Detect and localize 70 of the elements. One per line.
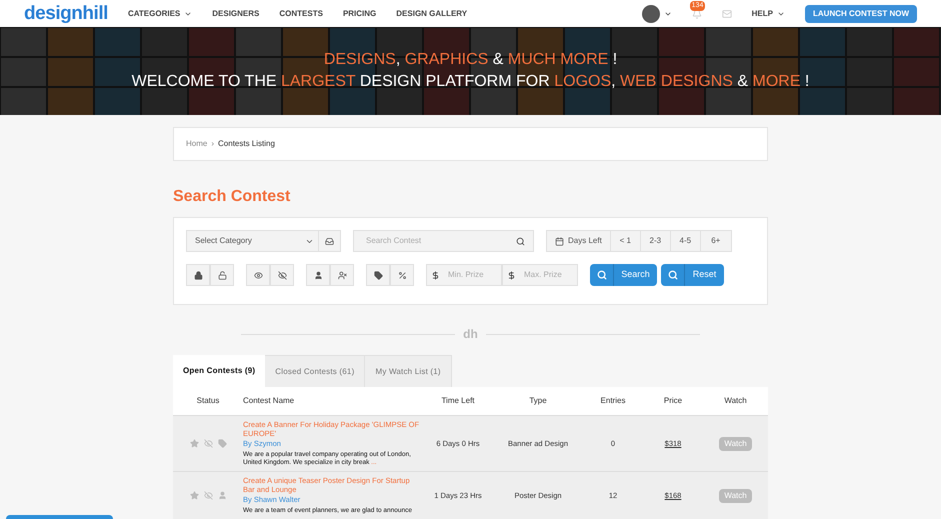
- filter-toggle[interactable]: [186, 264, 210, 286]
- days-filter-button[interactable]: < 1: [610, 231, 641, 251]
- search-field[interactable]: Search Contest: [353, 230, 534, 252]
- star-icon: [190, 491, 198, 500]
- eye-icon: [254, 270, 262, 280]
- filter-toggle[interactable]: [330, 264, 354, 286]
- filter-toggle[interactable]: [390, 264, 414, 286]
- nav-link[interactable]: DESIGNERS: [212, 8, 260, 20]
- calendar-icon: [555, 236, 564, 246]
- filter-toggle[interactable]: [246, 264, 270, 286]
- prize-input[interactable]: Min. Prize: [440, 269, 495, 281]
- prize-field[interactable]: Max. Prize: [502, 264, 578, 286]
- eye-off-icon: [278, 270, 286, 280]
- eye-off-icon: [204, 439, 212, 448]
- column-header: Entries: [600, 395, 626, 407]
- divider-logo: dh: [462, 326, 479, 343]
- search-icon: [516, 236, 525, 246]
- nav-link[interactable]: PRICING: [342, 8, 376, 20]
- unlock-icon: [218, 270, 226, 280]
- filter-toggle[interactable]: [270, 264, 294, 286]
- lock-icon: [194, 270, 202, 280]
- column-header: Time Left: [440, 395, 476, 407]
- tag-icon: [218, 439, 226, 448]
- avatar[interactable]: [642, 4, 660, 22]
- breadcrumb-separator: ›: [211, 138, 214, 150]
- percent-icon: [398, 270, 406, 280]
- search-input[interactable]: Search Contest: [354, 235, 516, 247]
- prize-input[interactable]: Max. Prize: [516, 269, 571, 281]
- logo[interactable]: designhill: [24, 4, 108, 23]
- user-icon: [314, 270, 322, 280]
- tag-icon: [374, 270, 382, 280]
- dollar-icon: [431, 270, 440, 280]
- days-filter-button[interactable]: 6+: [700, 231, 731, 251]
- search-icon: [596, 270, 606, 280]
- column-header: Status: [196, 395, 220, 407]
- contest-tab[interactable]: My Watch List (1): [365, 355, 452, 387]
- star-icon: [190, 439, 198, 448]
- search-button[interactable]: Search: [590, 264, 657, 286]
- days-filter-button[interactable]: 4-5: [670, 231, 701, 251]
- launch-contest-button[interactable]: LAUNCH CONTEST NOW: [805, 4, 917, 22]
- column-header: Watch: [723, 395, 748, 407]
- days-filter-button[interactable]: 2-3: [640, 231, 671, 251]
- help-menu[interactable]: HELP: [752, 8, 785, 20]
- filter-toggle[interactable]: [306, 264, 330, 286]
- user-icon: [218, 491, 226, 500]
- prize-field[interactable]: Min. Prize: [426, 264, 502, 286]
- filter-toggle[interactable]: [210, 264, 234, 286]
- breadcrumb-current: Contests Listing: [218, 138, 275, 150]
- nav-link[interactable]: DESIGN GALLERY: [396, 8, 468, 20]
- user-x-icon: [338, 270, 346, 280]
- nav-link[interactable]: CATEGORIES: [128, 8, 192, 20]
- category-select[interactable]: Select Category: [186, 230, 341, 252]
- eye-off-icon: [204, 491, 212, 500]
- column-header: Type: [528, 395, 548, 407]
- contest-tab[interactable]: Closed Contests (61): [265, 355, 366, 387]
- column-header: Price: [662, 395, 684, 407]
- days-left-label: Days Left: [547, 231, 611, 251]
- search-icon: [668, 270, 678, 280]
- dollar-icon: [507, 270, 516, 280]
- contest-tab[interactable]: Open Contests (9): [173, 355, 266, 387]
- filter-toggle[interactable]: [366, 264, 390, 286]
- reset-button[interactable]: Reset: [661, 264, 724, 286]
- section-title: Search Contest: [173, 187, 292, 207]
- inbox-icon: [325, 236, 334, 246]
- column-header: Contest Name: [243, 395, 296, 407]
- hero-headline: DESIGNS, GRAPHICS & MUCH MORE !: [324, 52, 618, 68]
- breadcrumb-link[interactable]: Home: [186, 138, 208, 150]
- bell-icon[interactable]: [692, 8, 702, 18]
- hero-headline: WELCOME TO THE LARGEST DESIGN PLATFORM FOR LOGOS, WEB DESIGNS & MORE !: [132, 74, 810, 90]
- nav-link[interactable]: CONTESTS: [279, 8, 323, 20]
